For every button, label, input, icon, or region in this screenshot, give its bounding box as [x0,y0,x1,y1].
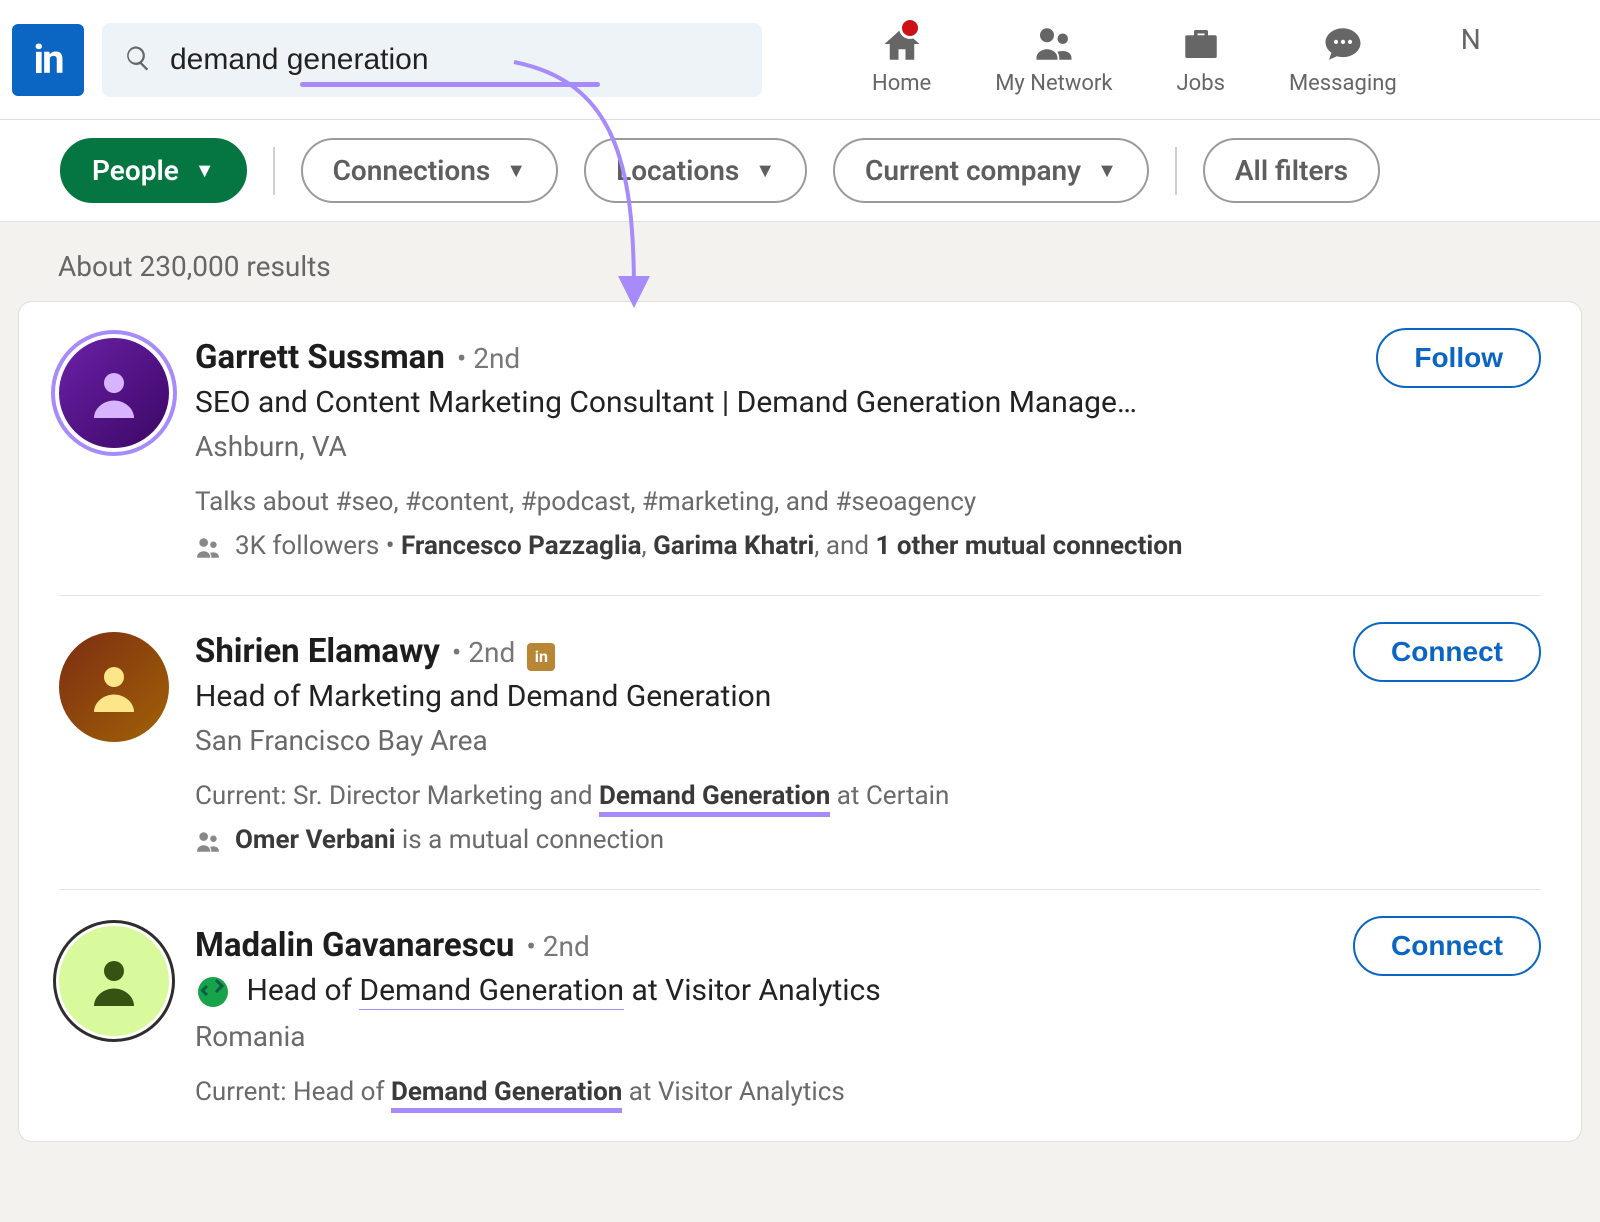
nav-label: Messaging [1289,71,1397,96]
nav-jobs[interactable]: Jobs [1177,23,1225,96]
people-icon [195,535,221,561]
filter-connections[interactable]: Connections ▼ [301,138,558,203]
result-location: Ashburn, VA [195,430,1541,463]
divider [1175,147,1177,195]
annotation-underline [300,82,600,87]
highlight: Demand Generation [599,781,830,817]
people-icon [195,829,221,855]
highlight: Demand Generation [359,973,624,1010]
filter-label: Current company [865,154,1081,187]
avatar[interactable] [59,926,169,1036]
search-bar[interactable] [102,23,762,97]
chevron-down-icon: ▼ [506,158,526,183]
result-headline: Head of Demand Generation at Visitor Ana… [195,973,1255,1010]
result-headline: SEO and Content Marketing Consultant | D… [195,385,1255,420]
result-talks-about: Talks about #seo, #content, #podcast, #m… [195,487,1541,517]
chevron-down-icon: ▼ [755,158,775,183]
highlight: Demand Generation [391,1077,622,1113]
global-header: in Home My Network Jobs Messaging N [0,0,1600,120]
premium-badge-icon: in [527,643,555,671]
result-item: Madalin Gavanarescu • 2nd Head of Demand… [59,890,1541,1141]
nav-messaging[interactable]: Messaging [1289,23,1397,96]
filter-people[interactable]: People ▼ [60,138,247,203]
results-count: About 230,000 results [0,222,1600,301]
result-location: San Francisco Bay Area [195,724,1541,757]
result-headline: Head of Marketing and Demand Generation [195,679,1255,714]
highlight: Demand Generation [737,385,1002,420]
search-icon [124,44,152,76]
result-item: Garrett Sussman • 2nd SEO and Content Ma… [59,302,1541,596]
result-current: Current: Head of Demand Generation at Vi… [195,1077,1541,1107]
result-degree: • 2nd [457,342,520,375]
nav-label: My Network [995,71,1112,96]
nav-network[interactable]: My Network [995,23,1112,96]
avatar[interactable] [59,338,169,448]
result-name[interactable]: Madalin Gavanarescu [195,926,514,965]
nav-label: Jobs [1177,71,1225,96]
connect-button[interactable]: Connect [1353,916,1541,976]
filter-current-company[interactable]: Current company ▼ [833,138,1149,203]
nav-home[interactable]: Home [872,23,931,96]
result-name[interactable]: Shirien Elamawy [195,632,440,671]
filter-label: Connections [333,154,491,187]
filter-label: Locations [616,154,739,187]
nav-notifications[interactable]: N [1461,23,1481,96]
chevron-down-icon: ▼ [1097,158,1117,183]
nav-label: Home [872,71,931,96]
connect-button[interactable]: Connect [1353,622,1541,682]
result-degree: • 2nd [452,636,515,669]
result-degree: • 2nd [526,930,589,963]
result-location: Romania [195,1020,1541,1053]
filter-bar: People ▼ Connections ▼ Locations ▼ Curre… [0,120,1600,222]
result-mutual: 3K followers • Francesco Pazzaglia, Gari… [195,531,1541,561]
nav-label: N [1461,23,1481,56]
result-name[interactable]: Garrett Sussman [195,338,445,377]
global-nav: Home My Network Jobs Messaging N [872,23,1441,96]
filter-locations[interactable]: Locations ▼ [584,138,807,203]
filter-label: All filters [1235,154,1348,187]
result-current: Current: Sr. Director Marketing and Dema… [195,781,1541,811]
result-mutual: Omer Verbani is a mutual connection [195,825,1541,855]
status-emoji-icon [195,974,231,1010]
highlight: Demand Generation [507,679,772,714]
result-item: Shirien Elamawy • 2nd in Head of Marketi… [59,596,1541,890]
avatar[interactable] [59,632,169,742]
search-input[interactable] [170,43,740,77]
filter-all[interactable]: All filters [1203,138,1380,203]
results-list: Garrett Sussman • 2nd SEO and Content Ma… [18,301,1582,1142]
follow-button[interactable]: Follow [1376,328,1541,388]
divider [273,147,275,195]
linkedin-logo[interactable]: in [12,24,84,96]
filter-label: People [92,154,179,187]
chevron-down-icon: ▼ [195,158,215,183]
